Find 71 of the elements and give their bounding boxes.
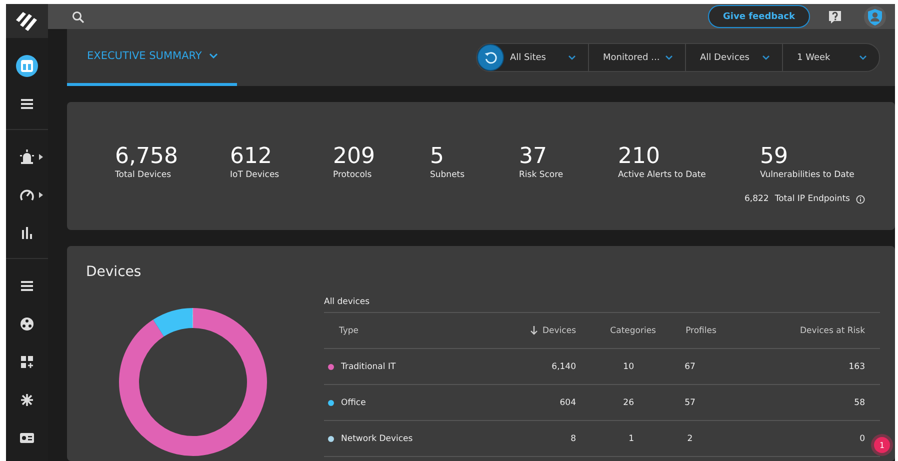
sort-arrow-icon	[530, 326, 538, 335]
bar-chart-icon	[19, 225, 35, 241]
table-cell: Office	[341, 398, 366, 408]
network-icon	[19, 392, 35, 408]
chevron-icon	[762, 55, 770, 60]
table-cell-text: 58	[853, 398, 866, 408]
table-cell-text: 67	[684, 362, 696, 372]
id-card-icon	[19, 430, 35, 446]
stat-value: 612	[230, 144, 273, 170]
table-cell: Traditional IT	[341, 362, 396, 372]
stat-value: 6,758	[115, 144, 179, 170]
chevron-icon	[665, 55, 673, 60]
siren-icon	[19, 149, 35, 165]
stat-value: 37	[519, 144, 548, 170]
filter-dropdown[interactable]: 1 Week	[782, 44, 879, 71]
table-title: All devices	[324, 292, 880, 313]
table-cell-text: 604	[558, 398, 576, 408]
stat-label: Vulnerabilities to Date	[760, 170, 854, 180]
stat-value: 210	[618, 144, 661, 170]
table-cell-text: 1	[628, 434, 634, 444]
summary-tab[interactable]: EXECUTIVE SUMMARY	[67, 29, 237, 86]
chevron-icon	[859, 55, 867, 60]
stat-value: 59	[760, 144, 789, 170]
caret-icon	[39, 192, 43, 198]
table-cell-text: 2	[686, 434, 694, 444]
sidebar-item[interactable]	[16, 55, 38, 77]
filter-dropdown[interactable]: All Sites	[504, 44, 588, 71]
card-title: Devices	[86, 264, 142, 280]
stat-label: Total Devices	[115, 170, 172, 180]
refresh-icon	[484, 50, 498, 64]
feedback-button[interactable]: Give feedback	[708, 5, 810, 28]
chevron-icon	[568, 55, 576, 60]
list-icon	[19, 96, 35, 112]
stat-label: IoT Devices	[230, 170, 280, 180]
filter-dropdown[interactable]: All Devices	[685, 44, 782, 71]
column-header[interactable]: Categories	[576, 326, 656, 336]
column-header[interactable]: Devices	[518, 326, 576, 336]
column-header[interactable]: Profiles	[656, 326, 746, 336]
column-label: Devices	[542, 326, 576, 336]
grid-plus-icon	[19, 354, 35, 370]
circle-dots-icon	[19, 316, 35, 332]
search-icon[interactable]	[72, 10, 84, 22]
avatar-icon[interactable]	[864, 6, 886, 28]
table-cell-text: 10	[622, 362, 634, 372]
column-header[interactable]: Devices at Risk	[746, 326, 880, 336]
refresh-button[interactable]	[477, 44, 504, 71]
table-cell-text: 26	[622, 398, 634, 408]
info-icon[interactable]	[856, 194, 865, 204]
stat-value: 209	[333, 144, 376, 170]
help-icon[interactable]	[828, 10, 842, 24]
table-cell-text: 163	[848, 362, 866, 372]
chevron-icon	[208, 53, 218, 59]
gauge-icon	[19, 187, 35, 203]
stat-value: 5	[430, 144, 445, 170]
stat-label: Risk Score	[519, 170, 564, 180]
endpoint-count: 6,822	[744, 194, 769, 204]
column-header[interactable]: Type	[324, 326, 518, 336]
caret-icon	[39, 154, 43, 160]
stat-label: Subnets	[430, 170, 466, 180]
table-cell-text: 6,140	[550, 362, 576, 372]
stat-label: Active Alerts to Date	[618, 170, 707, 180]
logo-icon	[14, 10, 40, 32]
table-cell-text: 8	[570, 434, 576, 444]
endpoint-label: Total IP Endpoints	[774, 194, 850, 204]
layout-icon	[19, 58, 35, 74]
filter-dropdown[interactable]: Monitored ...	[588, 44, 685, 71]
table-cell: Network Devices	[341, 434, 413, 444]
table-cell-text: 57	[684, 398, 696, 408]
table-cell-text: 0	[858, 434, 866, 444]
stat-label: Protocols	[333, 170, 373, 180]
list-icon	[19, 278, 35, 294]
